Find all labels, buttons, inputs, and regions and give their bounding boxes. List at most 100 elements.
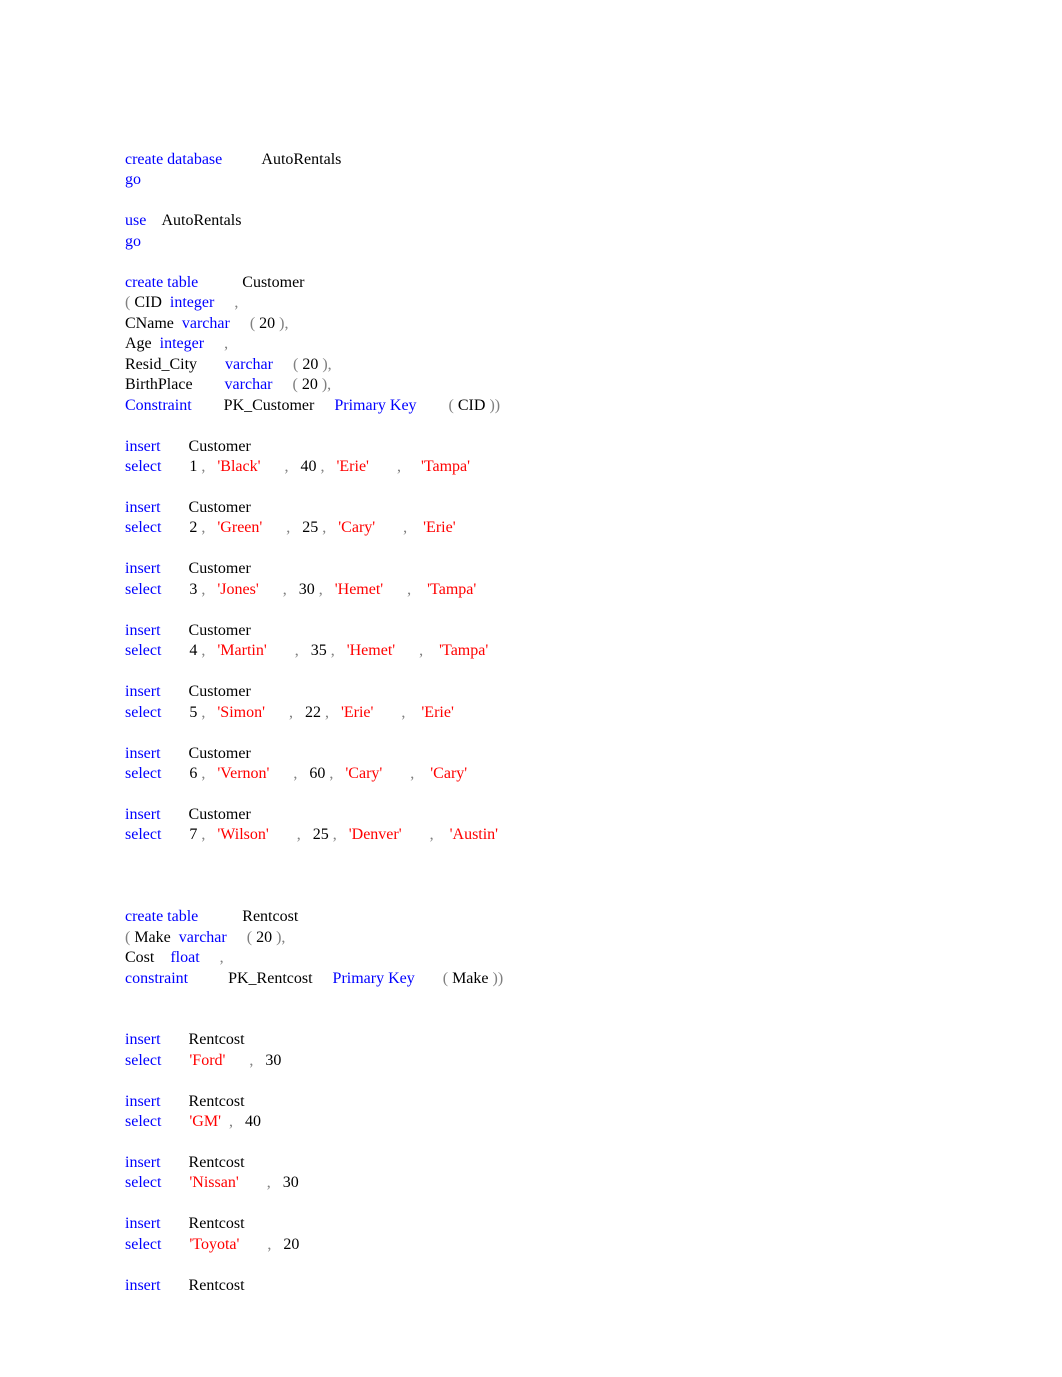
code-token: create database bbox=[125, 151, 222, 168]
code-line bbox=[125, 887, 1062, 907]
code-token: select bbox=[125, 1236, 161, 1253]
code-line: insert Rentcost bbox=[125, 1092, 1062, 1112]
code-line bbox=[125, 866, 1062, 886]
code-token: BirthPlace bbox=[125, 376, 225, 393]
code-token: Rentcost bbox=[161, 1277, 245, 1294]
code-token: AutoRentals bbox=[146, 212, 241, 229]
code-line bbox=[125, 989, 1062, 1009]
code-token: , bbox=[225, 1052, 265, 1069]
code-token: 'Tampa' bbox=[427, 581, 476, 598]
code-token: , bbox=[200, 949, 224, 966]
code-line: create table Customer bbox=[125, 273, 1062, 293]
code-token: 'Tampa' bbox=[439, 642, 488, 659]
code-token: insert bbox=[125, 1031, 161, 1048]
code-token: 'Cary' bbox=[430, 765, 467, 782]
code-token: Customer bbox=[161, 806, 251, 823]
code-token: Cost bbox=[125, 949, 170, 966]
code-line: go bbox=[125, 232, 1062, 252]
code-token: , bbox=[261, 458, 301, 475]
code-token: select bbox=[125, 642, 161, 659]
code-line: select 6 , 'Vernon' , 60 , 'Cary' , 'Car… bbox=[125, 764, 1062, 784]
code-token: 'Cary' bbox=[345, 765, 382, 782]
code-token: Customer bbox=[161, 499, 251, 516]
code-token: CID bbox=[458, 397, 486, 414]
code-token: , bbox=[321, 704, 341, 721]
code-token: ( bbox=[417, 397, 458, 414]
code-token: Rentcost bbox=[161, 1215, 245, 1232]
code-token: integer bbox=[170, 294, 214, 311]
code-line: insert Customer bbox=[125, 744, 1062, 764]
code-token: , bbox=[402, 826, 450, 843]
code-line bbox=[125, 846, 1062, 866]
code-token: 'Simon' bbox=[217, 704, 265, 721]
code-token: ), bbox=[318, 376, 331, 393]
code-token: insert bbox=[125, 438, 161, 455]
code-token: create table bbox=[125, 908, 198, 925]
code-token: insert bbox=[125, 622, 161, 639]
code-token: 20 bbox=[283, 1236, 299, 1253]
code-token: select bbox=[125, 1113, 161, 1130]
code-token: insert bbox=[125, 1154, 161, 1171]
code-token: use bbox=[125, 212, 146, 229]
code-token: insert bbox=[125, 1215, 161, 1232]
code-token: , bbox=[269, 765, 309, 782]
code-token: 20 bbox=[302, 376, 318, 393]
code-token: ( bbox=[273, 376, 302, 393]
code-token: , bbox=[214, 294, 238, 311]
code-token: , bbox=[197, 581, 217, 598]
code-line: select 4 , 'Martin' , 35 , 'Hemet' , 'Ta… bbox=[125, 641, 1062, 661]
code-token: , bbox=[269, 826, 313, 843]
code-line bbox=[125, 1071, 1062, 1091]
code-token: insert bbox=[125, 806, 161, 823]
code-token: )) bbox=[489, 970, 504, 987]
code-token: , bbox=[239, 1236, 283, 1253]
code-token: Customer bbox=[161, 438, 251, 455]
code-token: PK_Rentcost bbox=[188, 970, 332, 987]
code-token: create table bbox=[125, 274, 198, 291]
code-token: 'Erie' bbox=[337, 458, 369, 475]
code-line: select 1 , 'Black' , 40 , 'Erie' , 'Tamp… bbox=[125, 457, 1062, 477]
code-token: 20 bbox=[256, 929, 272, 946]
code-token bbox=[161, 581, 189, 598]
code-line: Age integer , bbox=[125, 334, 1062, 354]
code-token: 'Green' bbox=[217, 519, 262, 536]
code-token: 60 bbox=[309, 765, 325, 782]
code-line bbox=[125, 416, 1062, 436]
code-token: 'Hemet' bbox=[335, 581, 383, 598]
code-token: , bbox=[373, 704, 421, 721]
code-token: go bbox=[125, 233, 141, 250]
code-token: 'Cary' bbox=[338, 519, 375, 536]
code-token: ( bbox=[273, 356, 302, 373]
code-token bbox=[161, 704, 189, 721]
code-token: , bbox=[375, 519, 423, 536]
code-token: 'Wilson' bbox=[217, 826, 268, 843]
code-line: select 5 , 'Simon' , 22 , 'Erie' , 'Erie… bbox=[125, 703, 1062, 723]
code-line: insert Customer bbox=[125, 805, 1062, 825]
code-token: , bbox=[327, 642, 347, 659]
code-token: Rentcost bbox=[161, 1031, 245, 1048]
code-token: 30 bbox=[283, 1174, 299, 1191]
code-line: select 7 , 'Wilson' , 25 , 'Denver' , 'A… bbox=[125, 825, 1062, 845]
code-line bbox=[125, 191, 1062, 211]
code-token: , bbox=[259, 581, 299, 598]
code-token: 30 bbox=[299, 581, 315, 598]
code-line bbox=[125, 1010, 1062, 1030]
code-token bbox=[161, 519, 189, 536]
code-token: , bbox=[197, 826, 217, 843]
code-token: select bbox=[125, 704, 161, 721]
code-token: Constraint bbox=[125, 397, 192, 414]
code-token: varchar bbox=[225, 376, 273, 393]
code-line bbox=[125, 1133, 1062, 1153]
code-token: , bbox=[395, 642, 439, 659]
code-token: , bbox=[239, 1174, 283, 1191]
code-token bbox=[161, 1174, 189, 1191]
code-line: select 3 , 'Jones' , 30 , 'Hemet' , 'Tam… bbox=[125, 580, 1062, 600]
code-token: , bbox=[197, 642, 217, 659]
code-token: varchar bbox=[179, 929, 227, 946]
code-line: insert Rentcost bbox=[125, 1276, 1062, 1296]
code-token: , bbox=[315, 581, 335, 598]
code-token: Make bbox=[452, 970, 488, 987]
code-token: 'Tampa' bbox=[421, 458, 470, 475]
code-token: constraint bbox=[125, 970, 188, 987]
code-line bbox=[125, 252, 1062, 272]
